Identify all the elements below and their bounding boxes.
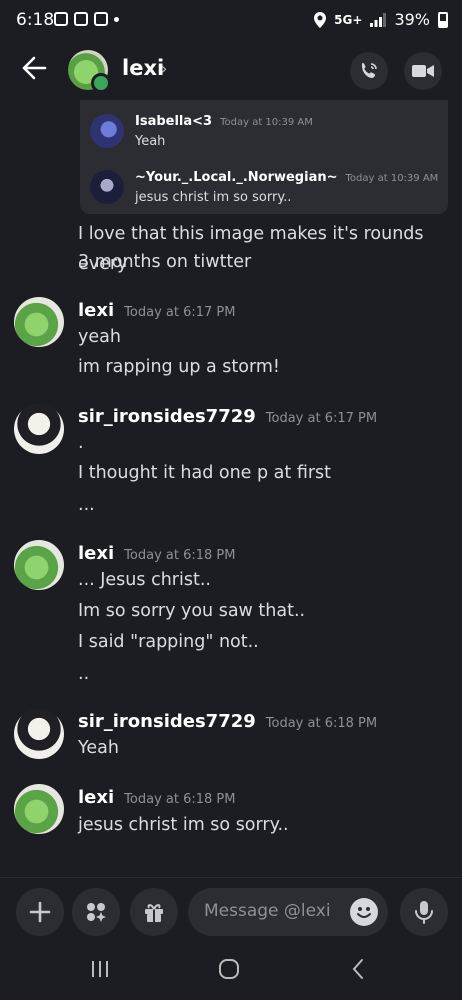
add-attachment-button[interactable] xyxy=(16,888,64,936)
chat-title[interactable]: lexi xyxy=(122,56,164,80)
system-navigation-bar xyxy=(0,944,462,1000)
author-name[interactable]: sir_ironsides7729 xyxy=(78,711,256,732)
author-name[interactable]: lexi xyxy=(78,300,114,321)
message-text: .. xyxy=(78,664,90,684)
signal-icon xyxy=(370,12,387,27)
notification-icon xyxy=(94,12,108,26)
message-text: 3 months on tiwtter xyxy=(78,252,252,272)
online-status-icon xyxy=(91,73,111,93)
notification-icons xyxy=(54,12,119,26)
home-icon[interactable] xyxy=(218,958,240,986)
status-bar: 6:18 5G+ 39% xyxy=(0,0,462,42)
apps-button[interactable] xyxy=(72,888,120,936)
forwarded-author-name: ~Your._.Local._.Norwegian~ xyxy=(135,170,338,185)
message-text: Yeah xyxy=(78,738,119,758)
message-timestamp: Today at 6:18 PM xyxy=(124,792,236,807)
message-timestamp: Today at 6:18 PM xyxy=(124,548,236,563)
status-right: 5G+ 39% xyxy=(314,10,448,29)
location-icon xyxy=(314,11,327,28)
avatar[interactable] xyxy=(14,709,64,759)
notification-icon xyxy=(74,12,88,26)
avatar[interactable] xyxy=(14,784,64,834)
plus-icon xyxy=(29,901,51,923)
video-call-button[interactable] xyxy=(404,52,442,90)
recent-apps-icon[interactable] xyxy=(90,958,110,986)
avatar[interactable] xyxy=(68,50,111,93)
message-text: im rapping up a storm! xyxy=(78,357,280,377)
message-text: yeah xyxy=(78,327,121,347)
message-composer: Message @lexi xyxy=(0,877,462,944)
forwarded-timestamp: Today at 10:39 AM xyxy=(345,173,439,184)
voice-call-button[interactable] xyxy=(350,52,388,90)
chevron-right-icon[interactable]: › xyxy=(161,59,167,78)
message-text: ... xyxy=(78,495,95,515)
message-text: I said "rapping" not.. xyxy=(78,632,259,652)
author-name[interactable]: lexi xyxy=(78,543,114,564)
gift-button[interactable] xyxy=(130,888,178,936)
message-text: I thought it had one p at first xyxy=(78,463,332,483)
author-name[interactable]: sir_ironsides7729 xyxy=(78,406,256,427)
forwarded-text: jesus christ im so sorry.. xyxy=(135,190,292,205)
forwarded-message-block[interactable]: Isabella<3 Today at 10:39 AM Yeah ~Your._… xyxy=(80,100,448,214)
message-timestamp: Today at 6:18 PM xyxy=(265,716,378,731)
back-arrow-icon[interactable] xyxy=(20,54,52,86)
apps-icon xyxy=(87,903,106,922)
message-author[interactable]: lexi Today at 6:18 PM xyxy=(78,787,235,808)
message-author[interactable]: lexi Today at 6:18 PM xyxy=(78,543,235,564)
message-input[interactable]: Message @lexi xyxy=(188,888,388,936)
message-timestamp: Today at 6:17 PM xyxy=(124,305,236,320)
avatar xyxy=(90,114,124,148)
message-author[interactable]: sir_ironsides7729 Today at 6:18 PM xyxy=(78,711,377,732)
message-text: ... Jesus christ.. xyxy=(78,570,211,590)
video-icon xyxy=(412,65,434,77)
phone-icon xyxy=(361,63,377,78)
message-text: Im so sorry you saw that.. xyxy=(78,601,306,621)
message-timestamp: Today at 6:17 PM xyxy=(265,411,378,426)
forwarded-timestamp: Today at 10:39 AM xyxy=(220,117,313,128)
emoji-icon[interactable] xyxy=(350,898,378,926)
voice-message-button[interactable] xyxy=(400,888,448,936)
avatar xyxy=(90,170,124,204)
forwarded-author: Isabella<3 Today at 10:39 AM xyxy=(135,114,313,129)
avatar[interactable] xyxy=(14,297,64,347)
message-text: jesus christ im so sorry.. xyxy=(78,815,289,835)
status-time: 6:18 xyxy=(16,10,55,30)
message-input-placeholder: Message @lexi xyxy=(204,901,331,921)
battery-icon xyxy=(438,11,448,28)
message-author[interactable]: lexi Today at 6:17 PM xyxy=(78,300,235,321)
message-text: . xyxy=(78,433,84,453)
message-author[interactable]: sir_ironsides7729 Today at 6:17 PM xyxy=(78,406,377,427)
battery-percent: 39% xyxy=(394,10,430,29)
forwarded-author-name: Isabella<3 xyxy=(135,114,213,129)
notification-dot-icon xyxy=(114,16,119,22)
back-nav-icon[interactable] xyxy=(350,958,366,986)
forwarded-author: ~Your._.Local._.Norwegian~ Today at 10:39… xyxy=(135,170,438,185)
chat-header: lexi › xyxy=(0,42,462,100)
author-name[interactable]: lexi xyxy=(78,787,114,808)
notification-icon xyxy=(54,12,68,26)
network-label: 5G+ xyxy=(334,12,363,27)
avatar[interactable] xyxy=(14,404,64,454)
microphone-icon xyxy=(415,901,433,924)
gift-icon xyxy=(145,904,163,922)
avatar[interactable] xyxy=(14,540,64,590)
forwarded-text: Yeah xyxy=(135,134,166,149)
